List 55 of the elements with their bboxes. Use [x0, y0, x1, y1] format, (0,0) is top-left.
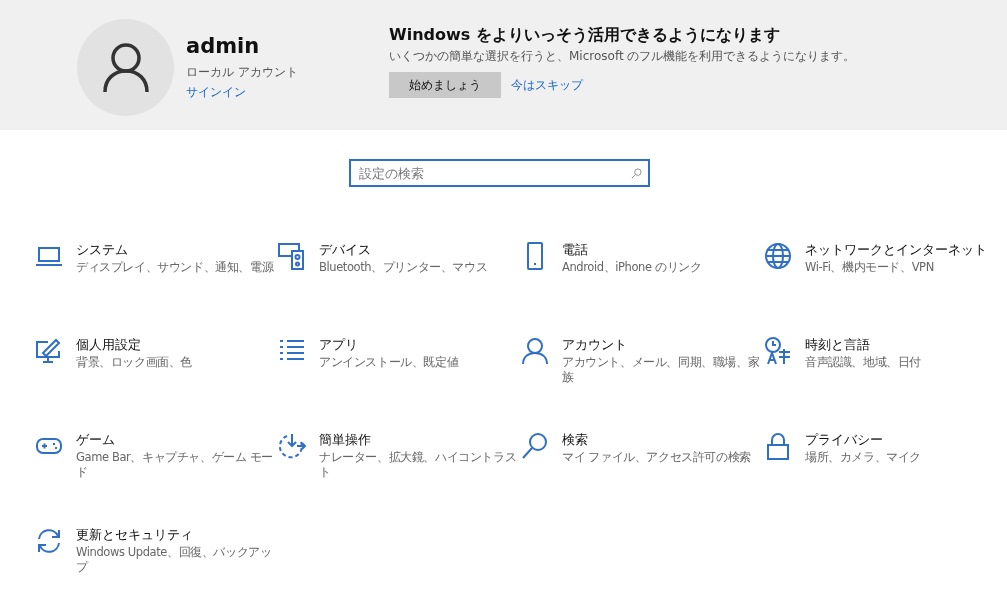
category-title: 電話: [562, 241, 589, 259]
settings-category[interactable]: 更新とセキュリティ Windows Update、回復、バックアップ: [34, 526, 277, 575]
category-description: アンインストール、既定値: [319, 355, 459, 370]
category-title: 時刻と言語: [805, 336, 871, 354]
settings-category[interactable]: 検索 マイ ファイル、アクセス許可の検索: [520, 431, 763, 526]
settings-category[interactable]: 時刻と言語 音声認識、地域、日付: [763, 336, 1006, 431]
category-description: Android、iPhone のリンク: [562, 260, 702, 275]
category-title: デバイス: [319, 241, 372, 259]
get-started-button[interactable]: 始めましょう: [389, 72, 501, 98]
category-title: アプリ: [319, 336, 359, 354]
category-title: システム: [76, 241, 129, 259]
person-icon: [101, 41, 150, 94]
category-description: ナレーター、拡大鏡、ハイコントラスト: [319, 450, 518, 480]
settings-category[interactable]: システム ディスプレイ、サウンド、通知、電源: [34, 241, 277, 336]
category-title: ゲーム: [76, 431, 116, 449]
settings-category[interactable]: アプリ アンインストール、既定値: [277, 336, 520, 431]
category-description: Bluetooth、プリンター、マウス: [319, 260, 488, 275]
category-description: ディスプレイ、サウンド、通知、電源: [76, 260, 274, 275]
clock-language-icon: [763, 336, 793, 366]
settings-category[interactable]: デバイス Bluetooth、プリンター、マウス: [277, 241, 520, 336]
category-title: 簡単操作: [319, 431, 372, 449]
search-icon: [631, 168, 642, 179]
category-title: アカウント: [562, 336, 628, 354]
category-description: Game Bar、キャプチャ、ゲーム モード: [76, 450, 274, 480]
promo-title: Windows をよりいっそう活用できるようになります: [389, 24, 781, 46]
search-field[interactable]: 設定の検索: [349, 159, 650, 187]
category-description: アカウント、メール、同期、職場、家族: [562, 355, 761, 385]
search-icon: [520, 431, 550, 461]
category-description: Windows Update、回復、バックアップ: [76, 545, 273, 575]
category-description: 背景、ロック画面、色: [76, 355, 192, 370]
promo-text: いくつかの簡単な選択を行うと、Microsoft のフル機能を利用できるようになります。: [389, 48, 856, 65]
category-title: ネットワークとインターネット: [805, 241, 987, 259]
category-description: マイ ファイル、アクセス許可の検索: [562, 450, 751, 465]
person-icon: [520, 336, 550, 366]
settings-category[interactable]: アカウント アカウント、メール、同期、職場、家族: [520, 336, 763, 431]
category-title: プライバシー: [805, 431, 884, 449]
category-description: Wi-Fi、機内モード、VPN: [805, 260, 935, 275]
settings-category[interactable]: ネットワークとインターネット Wi-Fi、機内モード、VPN: [763, 241, 1006, 336]
category-title: 検索: [562, 431, 589, 449]
sign-in-link[interactable]: サインイン: [186, 84, 386, 101]
globe-icon: [763, 241, 793, 271]
settings-category[interactable]: 個人用設定 背景、ロック画面、色: [34, 336, 277, 431]
settings-category[interactable]: 電話 Android、iPhone のリンク: [520, 241, 763, 336]
category-title: 更新とセキュリティ: [76, 526, 194, 544]
account-name: admin: [186, 33, 261, 60]
category-title: 個人用設定: [76, 336, 142, 354]
account-type: ローカル アカウント: [186, 64, 299, 81]
timer-arrow-icon: [277, 431, 307, 461]
skip-link[interactable]: 今はスキップ: [511, 76, 583, 94]
category-description: 場所、カメラ、マイク: [805, 450, 921, 465]
keyboard-speaker-icon: [277, 241, 307, 271]
category-description: 音声認識、地域、日付: [805, 355, 921, 370]
settings-category[interactable]: ゲーム Game Bar、キャプチャ、ゲーム モード: [34, 431, 277, 526]
settings-category[interactable]: プライバシー 場所、カメラ、マイク: [763, 431, 1006, 526]
settings-category[interactable]: 簡単操作 ナレーター、拡大鏡、ハイコントラスト: [277, 431, 520, 526]
